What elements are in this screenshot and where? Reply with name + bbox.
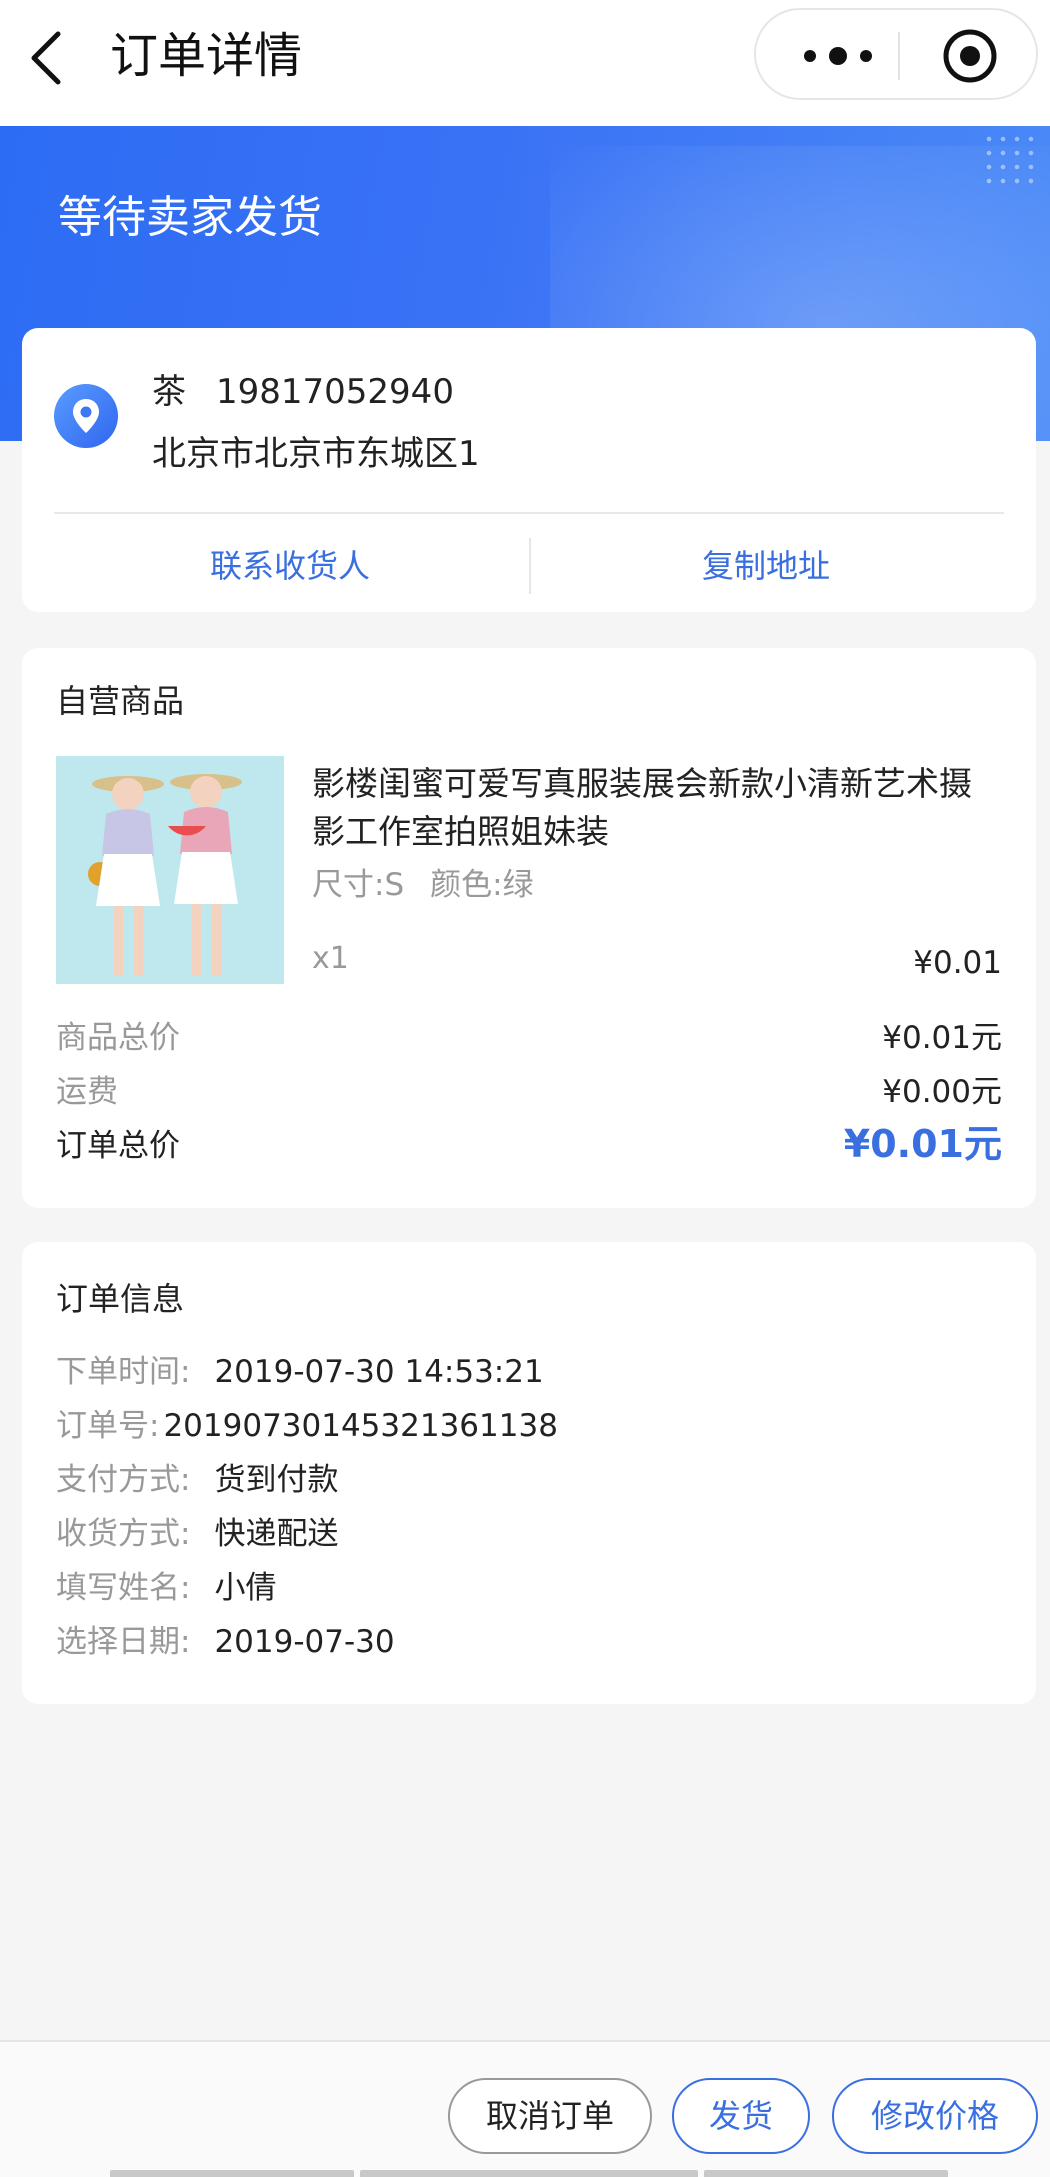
info-label: 订单号:	[56, 1408, 160, 1444]
info-value: 20190730145321361138	[163, 1408, 558, 1444]
product-price: ¥0.01	[913, 945, 1002, 981]
order-status-text: 等待卖家发货	[58, 192, 322, 243]
product-photo-illustration	[56, 756, 284, 984]
home-indicator-segment	[110, 2170, 354, 2177]
goods-total-row: 商品总价 ¥0.01元	[56, 1016, 1002, 1060]
back-button[interactable]	[24, 28, 74, 88]
home-indicator-segment	[360, 2170, 698, 2177]
info-row-selected-date: 选择日期: 2019-07-30	[56, 1620, 395, 1664]
info-label: 选择日期:	[56, 1624, 191, 1660]
info-label: 收货方式:	[56, 1516, 191, 1552]
bottom-action-bar: 取消订单 发货 修改价格	[0, 2040, 1050, 2177]
info-row-filled-name: 填写姓名: 小倩	[56, 1566, 276, 1610]
goods-card: 自营商品 影楼闺蜜可爱写真服装展会新款小清新艺术摄影工作室拍照姐妹装 尺寸:S …	[22, 648, 1036, 1208]
product-size: 尺寸:S	[312, 867, 405, 903]
info-row-payment-method: 支付方式: 货到付款	[56, 1458, 338, 1502]
order-info-title: 订单信息	[56, 1280, 185, 1318]
recipient-phone: 19817052940	[216, 372, 454, 412]
more-dots-icon	[804, 47, 872, 65]
capsule-divider	[898, 32, 900, 80]
home-indicator-segment	[704, 2170, 948, 2177]
recipient-line: 茶 19817052940	[152, 370, 454, 414]
info-value: 快递配送	[214, 1516, 339, 1552]
cancel-order-button[interactable]: 取消订单	[448, 2078, 652, 2154]
modify-price-button[interactable]: 修改价格	[832, 2078, 1038, 2154]
info-row-order-number: 订单号: 20190730145321361138	[56, 1404, 558, 1448]
copy-address-button[interactable]: 复制地址	[702, 544, 830, 588]
order-info-card: 订单信息 下单时间: 2019-07-30 14:53:21 订单号: 201907…	[22, 1242, 1036, 1704]
nav-bar: 订单详情	[0, 0, 1050, 126]
banner-dot-pattern	[982, 132, 1042, 192]
order-total-value: ¥0.01元	[843, 1122, 1002, 1166]
goods-total-value: ¥0.01元	[882, 1020, 1002, 1056]
product-spec: 尺寸:S 颜色:绿	[312, 864, 534, 906]
info-label: 支付方式:	[56, 1462, 191, 1498]
mini-program-capsule	[754, 8, 1038, 100]
order-total-label: 订单总价	[56, 1128, 180, 1164]
product-color: 颜色:绿	[430, 867, 534, 903]
info-label: 填写姓名:	[56, 1570, 191, 1606]
address-card: 茶 19817052940 北京市北京市东城区1 联系收货人 复制地址	[22, 328, 1036, 612]
product-name[interactable]: 影楼闺蜜可爱写真服装展会新款小清新艺术摄影工作室拍照姐妹装	[312, 760, 1002, 856]
shipping-value: ¥0.00元	[882, 1074, 1002, 1110]
goods-section-title: 自营商品	[56, 682, 185, 720]
address-actions-divider	[529, 538, 531, 594]
shipping-row: 运费 ¥0.00元	[56, 1070, 1002, 1114]
goods-total-label: 商品总价	[56, 1020, 180, 1056]
info-value: 2019-07-30 14:53:21	[214, 1354, 544, 1390]
info-value: 货到付款	[214, 1462, 339, 1498]
close-program-button[interactable]	[942, 28, 998, 84]
info-value: 2019-07-30	[214, 1624, 395, 1660]
location-pin-icon	[54, 384, 118, 448]
target-circle-icon	[943, 29, 997, 83]
info-value: 小倩	[214, 1570, 277, 1606]
ship-button[interactable]: 发货	[672, 2078, 810, 2154]
order-detail-page: 订单详情 等待卖家发货 茶 19817052940 北京市北京市东城区1 联系收…	[0, 0, 1050, 2177]
contact-recipient-button[interactable]: 联系收货人	[210, 544, 370, 588]
recipient-address: 北京市北京市东城区1	[152, 434, 480, 474]
product-image[interactable]	[56, 756, 284, 984]
info-row-delivery-method: 收货方式: 快递配送	[56, 1512, 338, 1556]
address-divider	[54, 512, 1004, 514]
order-total-row: 订单总价 ¥0.01元	[56, 1122, 1002, 1168]
info-label: 下单时间:	[56, 1354, 191, 1390]
product-quantity: x1	[312, 941, 349, 976]
recipient-name: 茶	[152, 372, 186, 412]
shipping-label: 运费	[56, 1074, 118, 1110]
info-row-order-time: 下单时间: 2019-07-30 14:53:21	[56, 1350, 544, 1394]
chevron-left-icon	[31, 31, 61, 85]
page-title: 订单详情	[110, 28, 303, 84]
more-button[interactable]	[796, 34, 880, 78]
